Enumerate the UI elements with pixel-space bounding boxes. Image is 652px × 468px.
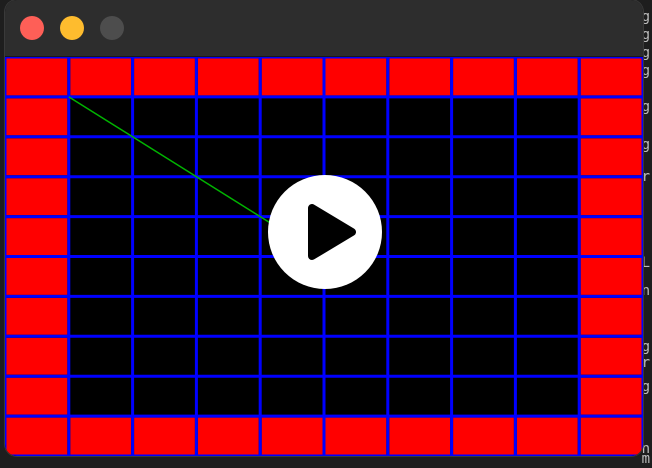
floor-cell [389, 297, 451, 335]
wall-cell [389, 417, 451, 455]
floor-cell [453, 178, 514, 216]
wall-cell [453, 58, 514, 96]
wall-cell [197, 58, 259, 96]
floor-cell [261, 377, 323, 415]
wall-cell [580, 58, 642, 96]
floor-cell [70, 178, 132, 216]
wall-cell [6, 58, 68, 96]
floor-cell [134, 218, 195, 255]
minimize-button[interactable] [60, 16, 84, 40]
floor-cell [197, 138, 259, 176]
wall-cell [6, 178, 68, 216]
wall-cell [197, 417, 259, 455]
floor-cell [197, 377, 259, 415]
wall-cell [70, 58, 132, 96]
floor-cell [325, 377, 387, 415]
wall-cell [580, 417, 642, 455]
floor-cell [516, 218, 578, 255]
wall-cell [6, 138, 68, 176]
video-canvas [5, 57, 643, 456]
floor-cell [70, 218, 132, 255]
floor-cell [134, 98, 195, 136]
wall-cell [580, 258, 642, 295]
floor-cell [516, 138, 578, 176]
floor-cell [516, 297, 578, 335]
floor-cell [516, 377, 578, 415]
floor-cell [453, 218, 514, 255]
floor-cell [516, 337, 578, 375]
floor-cell [197, 218, 259, 255]
floor-cell [134, 337, 195, 375]
floor-cell [70, 297, 132, 335]
floor-cell [325, 337, 387, 375]
floor-cell [453, 337, 514, 375]
floor-cell [516, 258, 578, 295]
play-button[interactable] [268, 175, 382, 289]
wall-cell [261, 417, 323, 455]
floor-cell [325, 297, 387, 335]
wall-cell [6, 98, 68, 136]
floor-cell [453, 258, 514, 295]
wall-cell [6, 417, 68, 455]
floor-cell [70, 258, 132, 295]
floor-cell [134, 297, 195, 335]
floor-cell [70, 377, 132, 415]
wall-cell [6, 258, 68, 295]
wall-cell [325, 417, 387, 455]
wall-cell [580, 297, 642, 335]
wall-cell [580, 377, 642, 415]
floor-cell [70, 138, 132, 176]
floor-cell [389, 337, 451, 375]
wall-cell [580, 337, 642, 375]
wall-cell [580, 178, 642, 216]
floor-cell [453, 377, 514, 415]
floor-cell [197, 98, 259, 136]
wall-cell [580, 138, 642, 176]
app-window [5, 0, 643, 456]
wall-cell [580, 98, 642, 136]
wall-cell [6, 297, 68, 335]
floor-cell [261, 337, 323, 375]
floor-cell [389, 258, 451, 295]
floor-cell [389, 218, 451, 255]
close-button[interactable] [20, 16, 44, 40]
floor-cell [389, 98, 451, 136]
floor-cell [516, 98, 578, 136]
floor-cell [70, 337, 132, 375]
floor-cell [261, 297, 323, 335]
floor-cell [197, 297, 259, 335]
floor-cell [389, 138, 451, 176]
wall-cell [6, 337, 68, 375]
play-icon [308, 204, 356, 260]
floor-cell [197, 337, 259, 375]
wall-cell [6, 377, 68, 415]
wall-cell [516, 58, 578, 96]
wall-cell [6, 218, 68, 255]
wall-cell [134, 417, 195, 455]
wall-cell [516, 417, 578, 455]
zoom-button[interactable] [100, 16, 124, 40]
floor-cell [197, 258, 259, 295]
floor-cell [389, 377, 451, 415]
floor-cell [134, 258, 195, 295]
floor-cell [453, 138, 514, 176]
title-bar[interactable] [5, 0, 643, 57]
floor-cell [261, 98, 323, 136]
floor-cell [325, 138, 387, 176]
wall-cell [389, 58, 451, 96]
wall-cell [134, 58, 195, 96]
floor-cell [453, 98, 514, 136]
floor-cell [325, 98, 387, 136]
floor-cell [134, 377, 195, 415]
wall-cell [580, 218, 642, 255]
floor-cell [516, 178, 578, 216]
floor-cell [389, 178, 451, 216]
wall-cell [70, 417, 132, 455]
wall-cell [261, 58, 323, 96]
floor-cell [453, 297, 514, 335]
wall-cell [325, 58, 387, 96]
floor-cell [134, 178, 195, 216]
wall-cell [453, 417, 514, 455]
floor-cell [261, 138, 323, 176]
